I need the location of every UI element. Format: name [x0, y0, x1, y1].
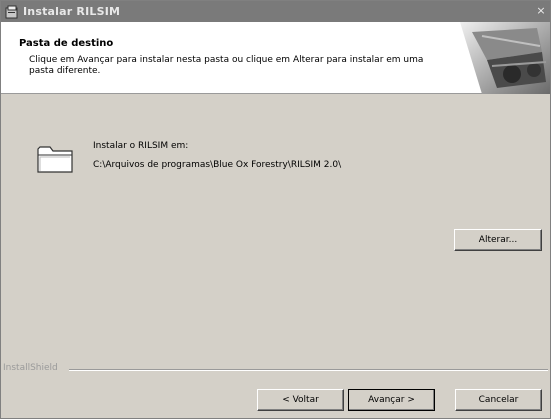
- window-title: Instalar RILSIM: [23, 5, 121, 18]
- header-panel: Pasta de destino Clique em Avançar para …: [1, 22, 550, 94]
- next-button[interactable]: Avançar >: [348, 389, 435, 411]
- install-path-text: C:\Arquivos de programas\Blue Ox Forestr…: [93, 160, 342, 170]
- change-folder-button[interactable]: Alterar...: [454, 229, 542, 251]
- close-icon[interactable]: ×: [534, 4, 548, 18]
- install-location-label: Instalar o RILSIM em:: [93, 141, 189, 151]
- installshield-brand: InstallShield: [3, 363, 58, 373]
- page-description: Clique em Avançar para instalar nesta pa…: [29, 55, 424, 76]
- footer-divider: [69, 369, 548, 371]
- title-bar[interactable]: Instalar RILSIM ×: [1, 1, 550, 22]
- page-title: Pasta de destino: [19, 38, 114, 49]
- back-button[interactable]: < Voltar: [257, 389, 344, 411]
- cancel-button[interactable]: Cancelar: [455, 389, 542, 411]
- installer-icon: [5, 5, 18, 18]
- header-banner-image: [460, 22, 550, 94]
- installer-window: Instalar RILSIM × Pasta de destino Cliqu…: [0, 0, 551, 419]
- folder-icon: [37, 146, 73, 173]
